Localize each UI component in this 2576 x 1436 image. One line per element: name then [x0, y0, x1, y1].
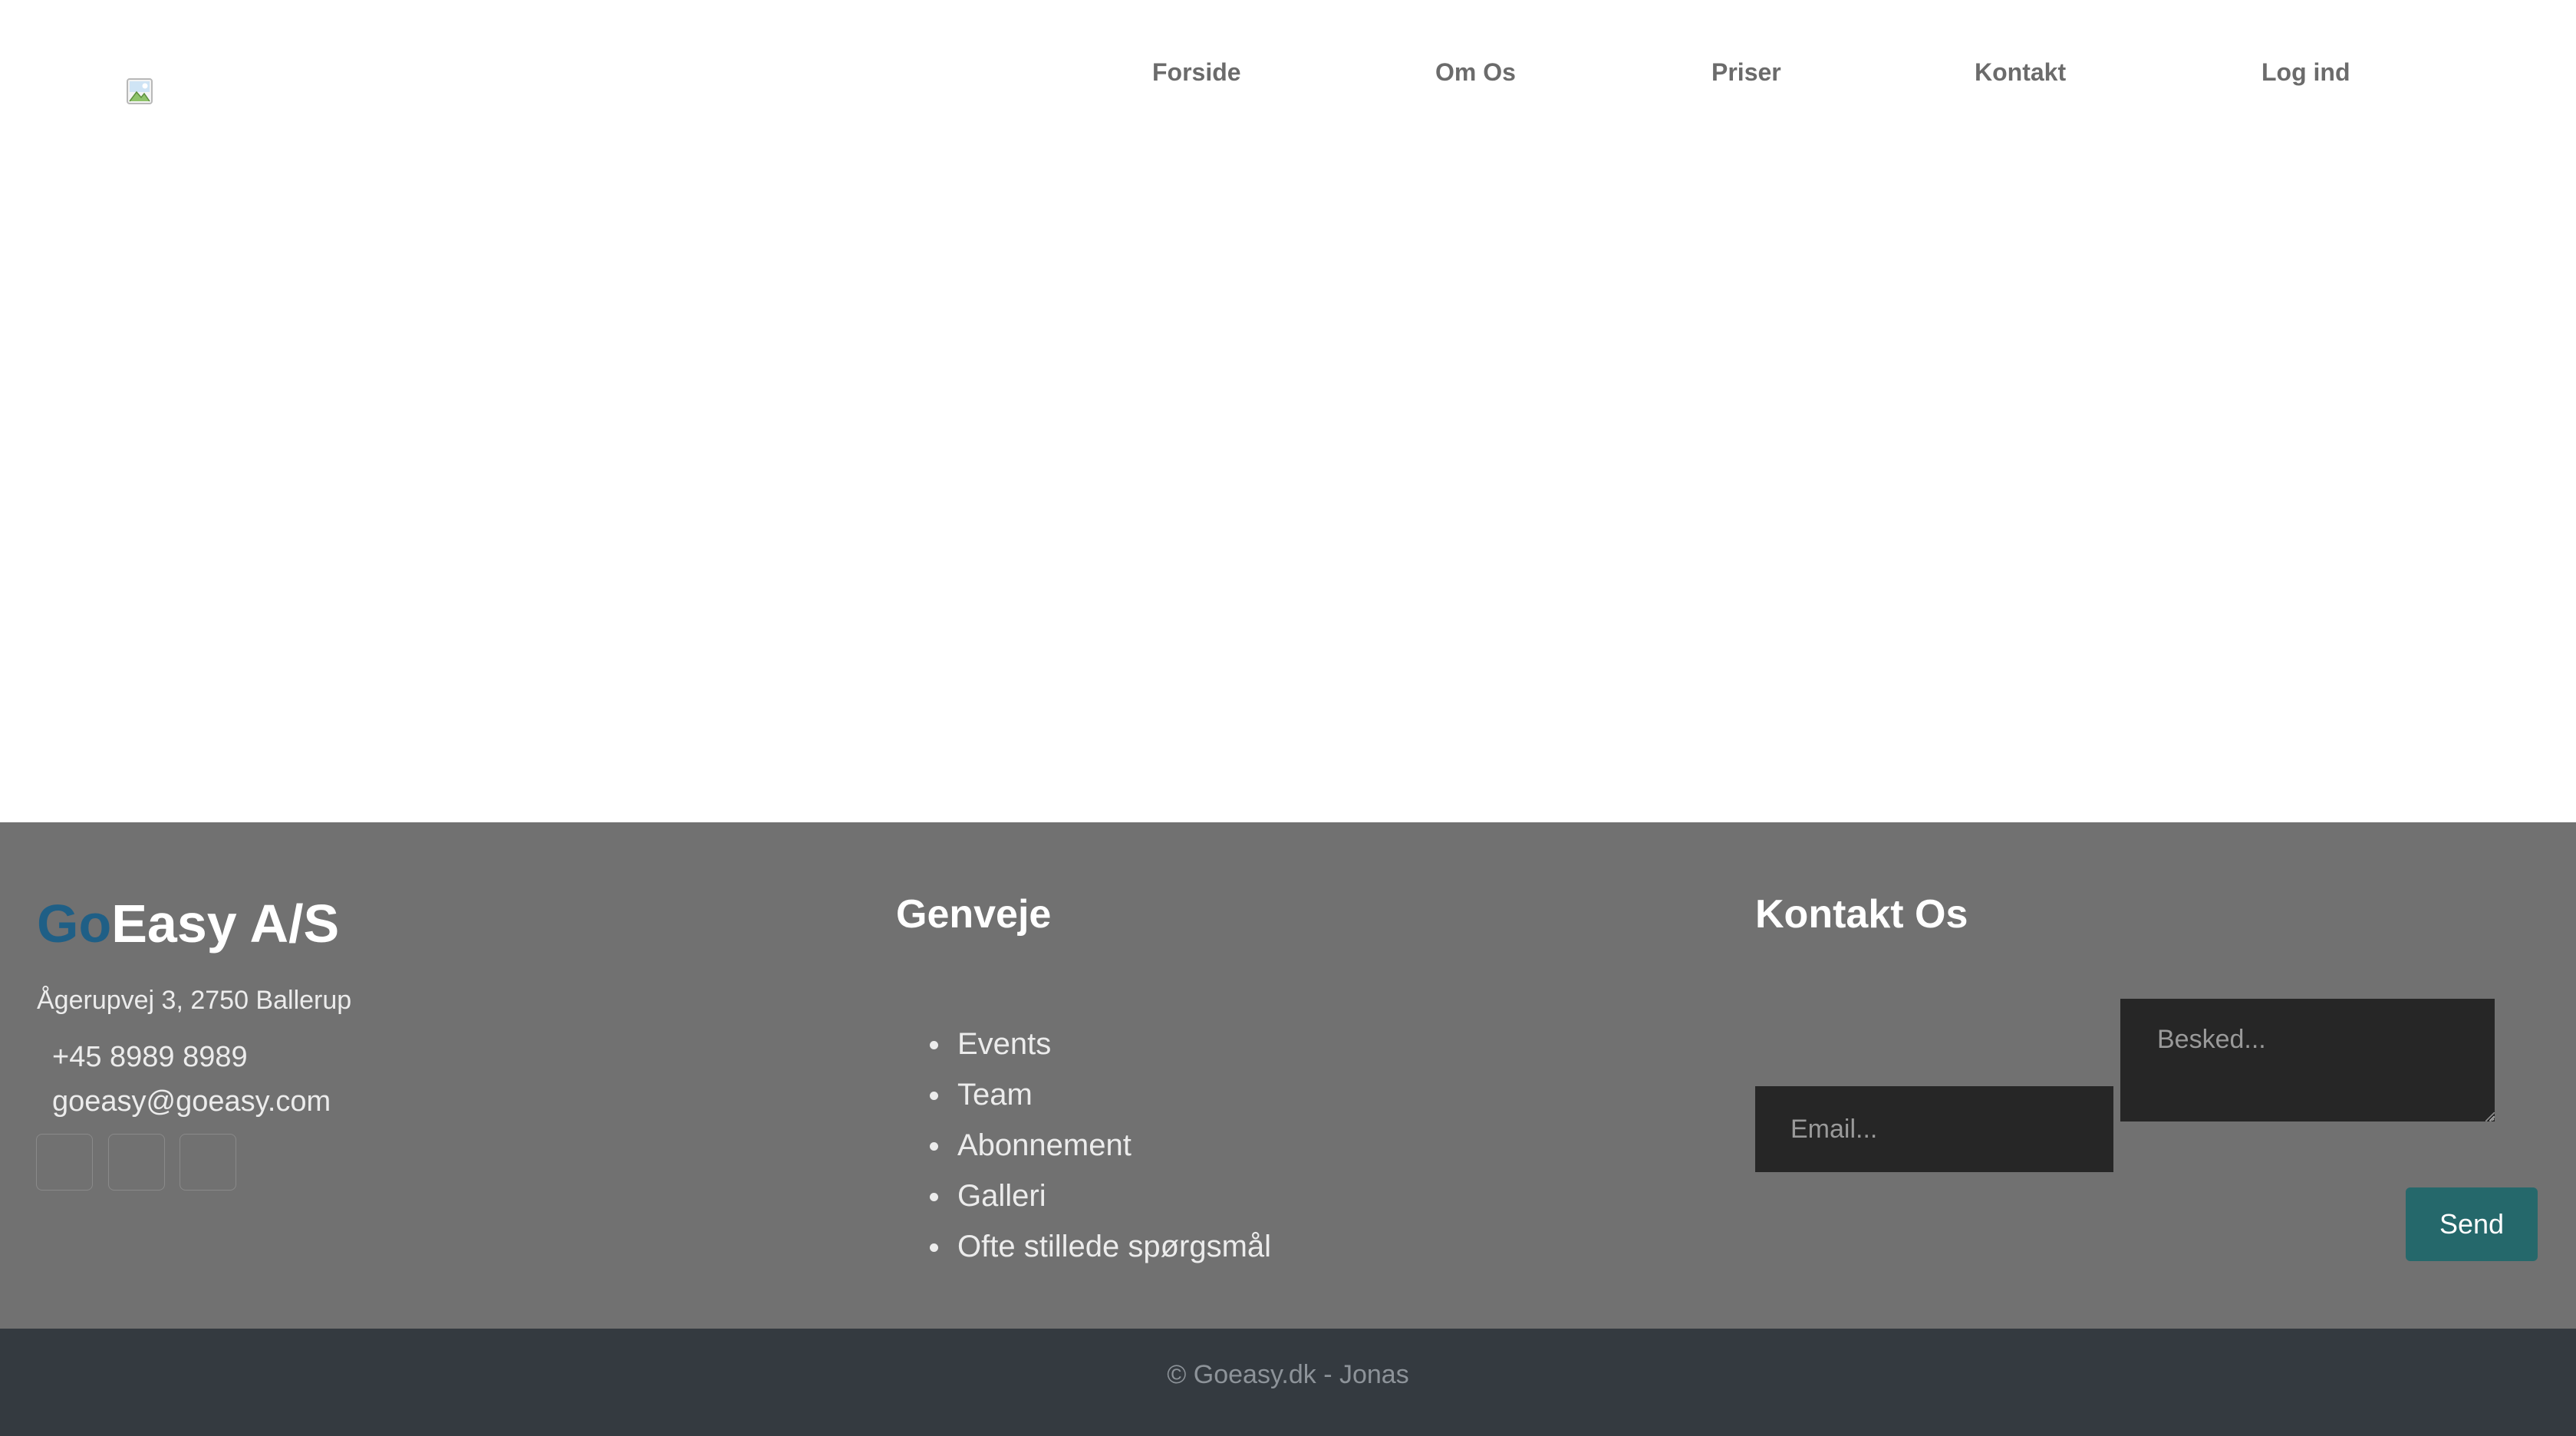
brand-highlight: Go: [37, 894, 112, 953]
social-icon-2[interactable]: [108, 1134, 165, 1191]
textarea-resize-handle[interactable]: [2485, 1112, 2495, 1121]
footer-phone: +45 8989 8989: [52, 1041, 248, 1073]
social-icon-1[interactable]: [36, 1134, 93, 1191]
footer-address: Ågerupvej 3, 2750 Ballerup: [37, 986, 352, 1015]
bottom-bar: © Goeasy.dk - Jonas: [0, 1329, 2576, 1436]
footer: GoEasy A/S Ågerupvej 3, 2750 Ballerup +4…: [0, 822, 2576, 1329]
brand-rest: Easy A/S: [111, 894, 340, 953]
contact-message-input[interactable]: [2120, 999, 2495, 1121]
copyright-text: © Goeasy.dk - Jonas: [1167, 1360, 1409, 1389]
nav-link-forside[interactable]: Forside: [1152, 54, 1241, 91]
shortcuts-title: Genveje: [896, 892, 1052, 937]
contact-email-input[interactable]: [1755, 1086, 2113, 1172]
nav-link-priser[interactable]: Priser: [1711, 54, 1781, 91]
nav-link-kontakt[interactable]: Kontakt: [1975, 54, 2066, 91]
footer-email: goeasy@goeasy.com: [52, 1085, 331, 1118]
shortcut-link-galleri[interactable]: Galleri: [929, 1171, 1271, 1221]
send-button[interactable]: Send: [2406, 1187, 2538, 1261]
shortcut-link-faq[interactable]: Ofte stillede spørgsmål: [929, 1221, 1271, 1272]
contact-title: Kontakt Os: [1755, 892, 1968, 937]
shortcut-link-events[interactable]: Events: [929, 1019, 1271, 1069]
page: Forside Om Os Priser Kontakt Log ind GoE…: [0, 0, 2576, 1436]
shortcut-link-abonnement[interactable]: Abonnement: [929, 1120, 1271, 1171]
shortcut-link-team[interactable]: Team: [929, 1069, 1271, 1120]
shortcuts-list: Events Team Abonnement Galleri Ofte stil…: [929, 1019, 1271, 1272]
nav-link-log-ind[interactable]: Log ind: [2261, 54, 2350, 91]
nav-link-om-os[interactable]: Om Os: [1435, 54, 1516, 91]
header: Forside Om Os Priser Kontakt Log ind: [0, 0, 2576, 822]
social-icon-3[interactable]: [180, 1134, 236, 1191]
main-nav: Forside Om Os Priser Kontakt Log ind: [0, 54, 2576, 92]
footer-brand: GoEasy A/S: [37, 893, 339, 954]
